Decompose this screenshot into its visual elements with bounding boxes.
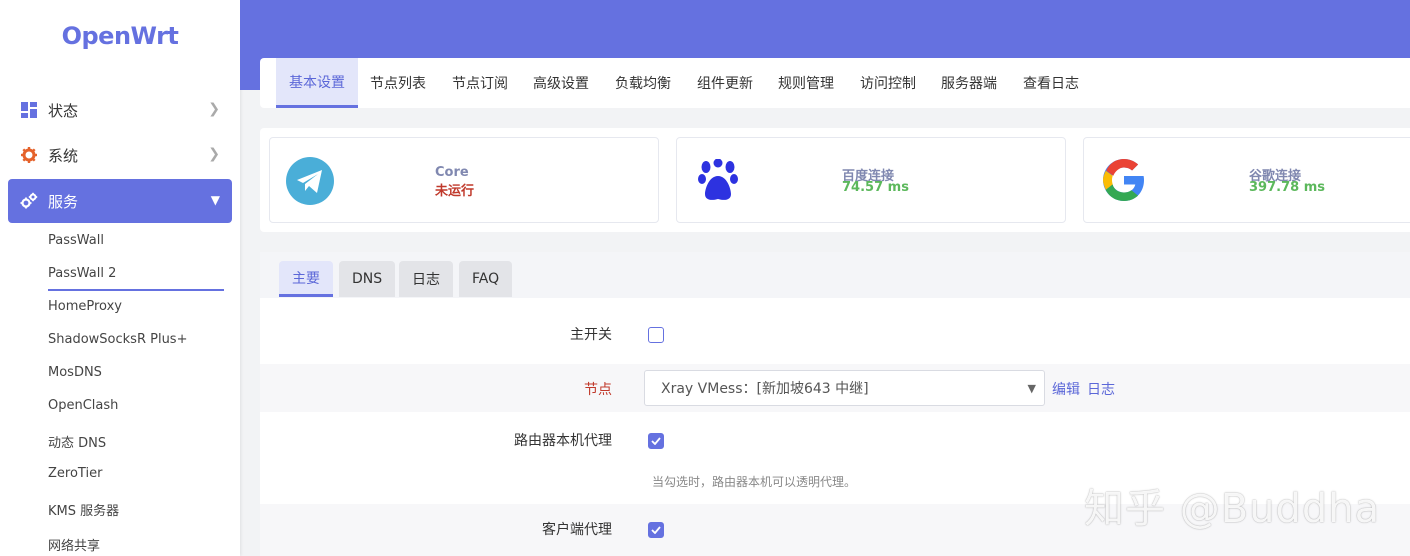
- router-proxy-label: 路由器本机代理: [514, 433, 612, 449]
- form-row-node: 节点 Xray VMess：[新加坡643 中继] ▼ 编辑 日志: [260, 364, 1410, 412]
- subtab-log[interactable]: 日志: [399, 261, 453, 297]
- sidebar-item-label: 状态: [48, 101, 79, 120]
- gears-icon: [20, 192, 38, 210]
- sidebar-subitem-openclash[interactable]: OpenClash: [48, 398, 118, 413]
- subtab-dns[interactable]: DNS: [339, 261, 396, 297]
- client-proxy-checkbox[interactable]: [648, 522, 664, 538]
- active-indicator: [48, 289, 224, 291]
- node-select[interactable]: Xray VMess：[新加坡643 中继] ▼: [644, 370, 1045, 406]
- brand-logo[interactable]: OpenWrt: [0, 22, 240, 50]
- status-card-baidu: 百度连接 74.57 ms: [676, 137, 1066, 223]
- status-value: 397.78 ms: [1249, 180, 1325, 195]
- tab-view-log[interactable]: 查看日志: [1011, 58, 1091, 108]
- status-card-google: 谷歌连接 397.78 ms: [1083, 137, 1410, 223]
- tab-server[interactable]: 服务器端: [929, 58, 1009, 108]
- tab-advanced[interactable]: 高级设置: [521, 58, 601, 108]
- watermark: 知乎 @Buddha: [1084, 486, 1381, 532]
- sidebar-subitem-sharing[interactable]: 网络共享: [48, 535, 100, 554]
- router-proxy-help: 当勾选时，路由器本机可以透明代理。: [652, 475, 857, 489]
- router-proxy-checkbox[interactable]: [648, 433, 664, 449]
- gear-icon: [20, 146, 38, 164]
- chevron-down-icon: ▼: [1027, 382, 1036, 395]
- main-switch-label: 主开关: [570, 327, 612, 343]
- google-icon: [1100, 156, 1148, 208]
- telegram-icon: [285, 156, 335, 210]
- log-link[interactable]: 日志: [1087, 379, 1115, 399]
- tab-rule-manage[interactable]: 规则管理: [766, 58, 846, 108]
- sidebar-item-label: 系统: [48, 146, 79, 165]
- tab-bar: 基本设置 节点列表 节点订阅 高级设置 负载均衡 组件更新 规则管理 访问控制 …: [260, 58, 1410, 108]
- form-row-main-switch: 主开关: [260, 310, 1410, 360]
- sidebar-subitem-passwall2[interactable]: PassWall 2: [48, 266, 116, 281]
- status-value: 未运行: [435, 184, 475, 199]
- subtab-main[interactable]: 主要: [279, 261, 333, 297]
- subtab-faq[interactable]: FAQ: [459, 261, 513, 297]
- tab-basic-settings[interactable]: 基本设置: [276, 58, 358, 108]
- status-cards: Core 未运行 百度连接 74.57 ms 谷歌连接 397.78 ms: [260, 128, 1410, 232]
- sidebar-subitem-ddns[interactable]: 动态 DNS: [48, 432, 106, 451]
- check-icon: [651, 437, 661, 445]
- sidebar-subitem-kms[interactable]: KMS 服务器: [48, 500, 119, 519]
- sidebar-item-label: 服务: [48, 192, 79, 211]
- sidebar: OpenWrt 状态 ❯ 系统 ❯ 服务 ▼ PassWall PassWall…: [0, 0, 240, 556]
- sidebar-subitem-ssrplus[interactable]: ShadowSocksR Plus+: [48, 332, 187, 347]
- status-label: Core: [435, 165, 469, 180]
- sidebar-item-services[interactable]: 服务 ▼: [8, 179, 232, 223]
- sidebar-subitem-zerotier[interactable]: ZeroTier: [48, 466, 102, 481]
- edit-link[interactable]: 编辑: [1052, 379, 1080, 399]
- sidebar-subitem-passwall[interactable]: PassWall: [48, 233, 104, 248]
- sidebar-item-status[interactable]: 状态 ❯: [8, 88, 232, 132]
- tab-node-subscribe[interactable]: 节点订阅: [440, 58, 520, 108]
- sidebar-subitem-homeproxy[interactable]: HomeProxy: [48, 299, 122, 314]
- tab-load-balance[interactable]: 负载均衡: [603, 58, 683, 108]
- tab-access-control[interactable]: 访问控制: [848, 58, 928, 108]
- main-switch-checkbox[interactable]: [648, 327, 664, 343]
- tab-component-update[interactable]: 组件更新: [685, 58, 765, 108]
- paw-icon: [697, 158, 739, 207]
- node-select-value: Xray VMess：[新加坡643 中继]: [661, 381, 869, 397]
- chevron-right-icon: ❯: [208, 146, 220, 162]
- chevron-down-icon: ▼: [210, 193, 220, 207]
- subtab-bar: 主要 DNS 日志 FAQ: [260, 252, 1410, 298]
- chevron-right-icon: ❯: [208, 101, 220, 117]
- dashboard-icon: [20, 101, 38, 119]
- sidebar-subitem-mosdns[interactable]: MosDNS: [48, 365, 102, 380]
- status-card-core: Core 未运行: [269, 137, 659, 223]
- tab-node-list[interactable]: 节点列表: [358, 58, 438, 108]
- status-value: 74.57 ms: [842, 180, 909, 195]
- check-icon: [651, 526, 661, 534]
- node-label: 节点: [584, 382, 612, 398]
- sidebar-item-system[interactable]: 系统 ❯: [8, 133, 232, 177]
- client-proxy-label: 客户端代理: [542, 522, 612, 538]
